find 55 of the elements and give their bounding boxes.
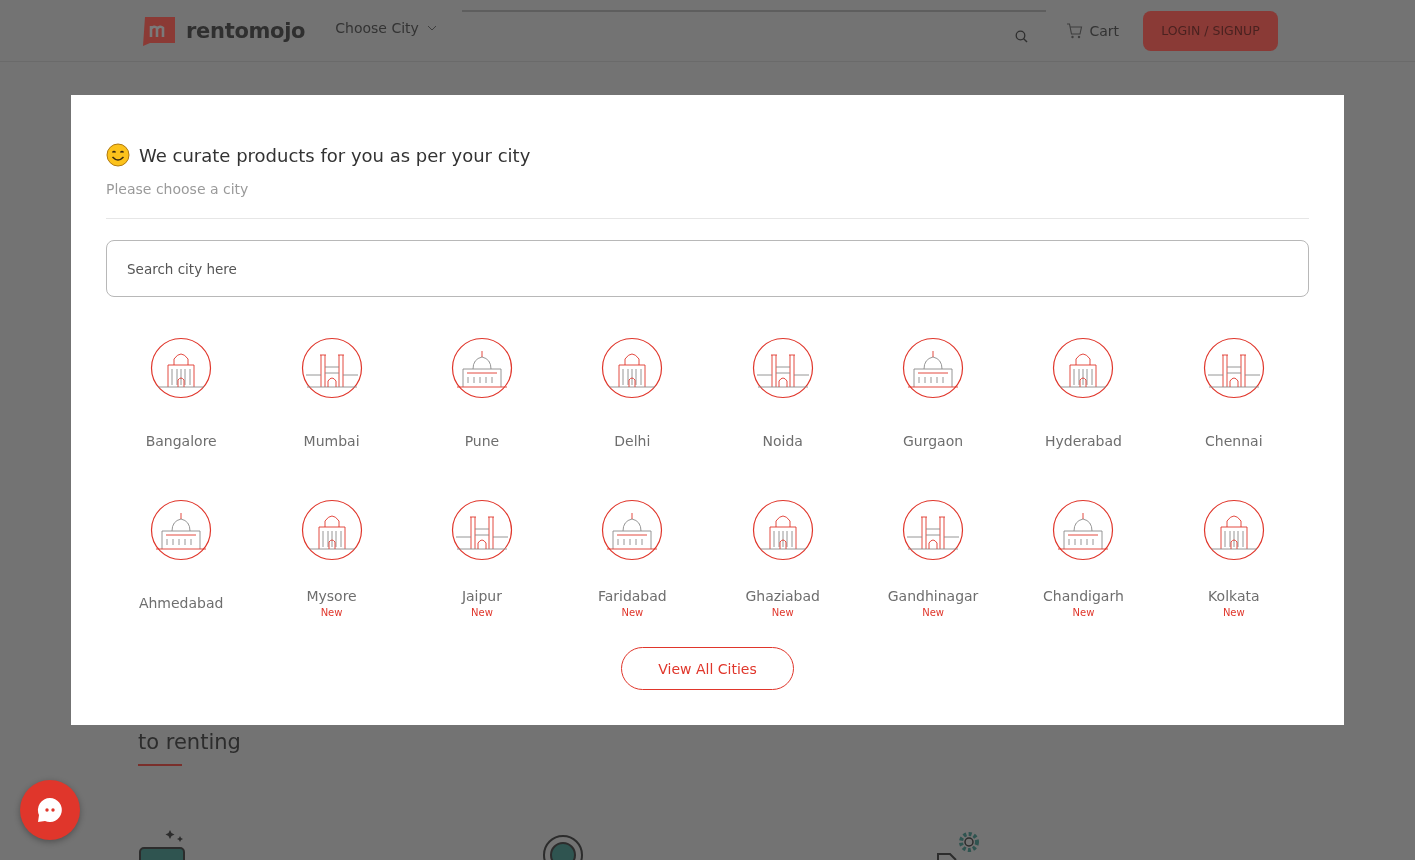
landmark-icon xyxy=(601,499,664,561)
landmark-icon xyxy=(450,499,513,561)
landmark-icon xyxy=(1052,499,1115,561)
city-option[interactable]: Pune xyxy=(406,337,558,469)
landmark-icon xyxy=(300,499,363,561)
landmark-icon xyxy=(450,337,513,399)
city-option[interactable]: Jaipur New xyxy=(406,499,558,631)
landmark-icon xyxy=(751,499,814,561)
city-option[interactable]: Kolkata New xyxy=(1158,499,1309,631)
landmark-icon xyxy=(1202,337,1265,399)
smiley-icon xyxy=(106,143,130,167)
view-all-cities-button[interactable]: View All Cities xyxy=(621,647,794,690)
city-option[interactable]: Delhi xyxy=(557,337,708,469)
new-tag: New xyxy=(1072,607,1095,618)
landmark-icon xyxy=(1202,499,1265,561)
city-option[interactable]: Hyderabad xyxy=(1008,337,1159,469)
logo-wordmark[interactable]: rentomojo xyxy=(186,18,306,43)
lens-icon xyxy=(542,834,584,860)
city-option[interactable]: Chandigarh New xyxy=(1008,499,1159,631)
city-option[interactable]: Chennai xyxy=(1158,337,1309,469)
new-tag: New xyxy=(1222,607,1245,618)
section-heading: to renting xyxy=(138,730,241,754)
landmark-icon xyxy=(150,337,213,399)
city-dropdown[interactable]: Choose City xyxy=(335,19,437,36)
landmark-icon xyxy=(902,499,965,561)
city-option[interactable]: Gurgaon xyxy=(857,337,1009,469)
landmark-icon xyxy=(300,337,363,399)
city-option[interactable]: Bangalore xyxy=(106,337,257,469)
modal-subtitle: Please choose a city xyxy=(106,181,250,197)
logo-icon[interactable] xyxy=(142,14,176,47)
new-tag: New xyxy=(471,607,493,618)
city-option[interactable]: Gandhinagar New xyxy=(857,499,1009,631)
modal-title: We curate products for you as per your city xyxy=(139,144,531,166)
landmark-icon xyxy=(902,337,965,399)
chat-bubble-icon xyxy=(35,796,65,824)
landmark-icon xyxy=(1052,337,1115,399)
chevron-down-icon xyxy=(426,24,437,31)
landmark-icon xyxy=(601,337,664,399)
new-tag: New xyxy=(771,607,794,618)
landmark-icon xyxy=(150,499,213,561)
chat-button[interactable] xyxy=(20,780,80,840)
city-option[interactable]: Mumbai xyxy=(256,337,407,469)
cart-icon xyxy=(1066,22,1084,39)
landmark-icon xyxy=(751,337,814,399)
city-search-field[interactable]: Search city here xyxy=(106,240,1309,297)
new-tag: New xyxy=(320,607,343,618)
city-option[interactable]: Faridabad New xyxy=(557,499,708,631)
city-option[interactable]: Ahmedabad xyxy=(106,499,257,631)
city-option[interactable]: Mysore New xyxy=(256,499,407,631)
new-tag: New xyxy=(922,607,944,618)
city-option[interactable]: Ghaziabad New xyxy=(707,499,858,631)
city-option[interactable]: Noida xyxy=(707,337,858,469)
cart-link[interactable]: Cart xyxy=(1066,22,1119,39)
search-icon[interactable] xyxy=(1015,30,1029,43)
new-tag: New xyxy=(621,607,644,618)
